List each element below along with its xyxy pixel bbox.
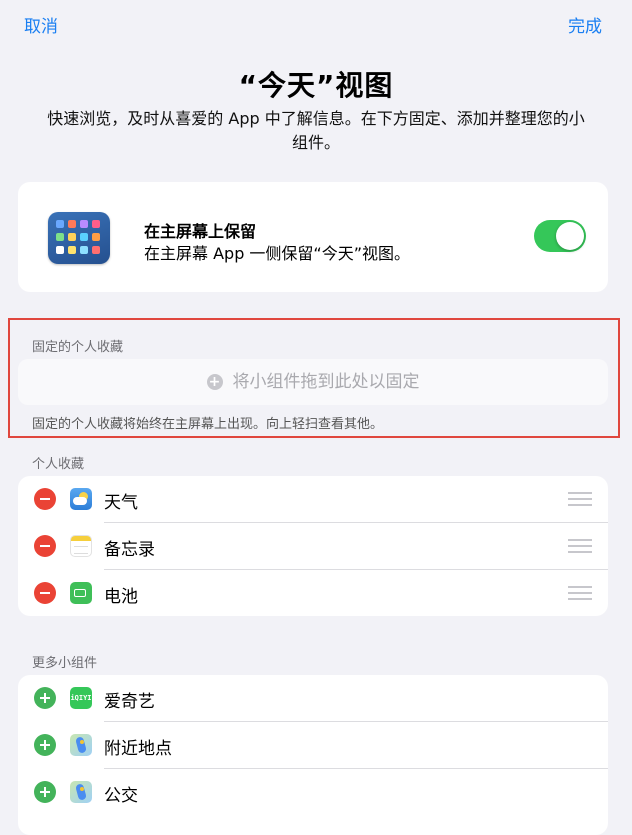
- item-label: 附近地点: [104, 739, 172, 759]
- remove-button[interactable]: [34, 535, 56, 557]
- maps-icon: [70, 734, 92, 756]
- iqiyi-icon: iQIYI: [70, 687, 92, 709]
- favorites-list: 天气 备忘录 电池: [18, 476, 608, 616]
- add-button[interactable]: [34, 687, 56, 709]
- list-item: 电池: [18, 570, 608, 616]
- keep-toggle[interactable]: [534, 220, 586, 252]
- list-item: 备忘录: [18, 523, 608, 570]
- list-item: 天气: [18, 476, 608, 523]
- list-item: 附近地点: [18, 722, 608, 769]
- cancel-button[interactable]: 取消: [24, 12, 58, 37]
- pinned-drop-zone[interactable]: + 将小组件拖到此处以固定: [18, 359, 608, 405]
- add-button[interactable]: [34, 734, 56, 756]
- done-button[interactable]: 完成: [568, 12, 602, 37]
- drop-hint: 将小组件拖到此处以固定: [232, 372, 420, 392]
- maps-icon: [70, 781, 92, 803]
- remove-button[interactable]: [34, 488, 56, 510]
- item-label: 爱奇艺: [104, 692, 155, 712]
- item-label: 天气: [104, 493, 138, 513]
- battery-icon: [70, 582, 92, 604]
- item-label: 电池: [104, 587, 138, 607]
- page-subtitle: 快速浏览，及时从喜爱的 App 中了解信息。在下方固定、添加并整理您的小组件。: [47, 109, 585, 152]
- page-title: “今天”视图: [238, 69, 394, 102]
- add-icon: +: [206, 374, 223, 390]
- list-item: 公交: [18, 769, 608, 816]
- toggle-knob: [556, 222, 584, 250]
- item-label: 备忘录: [104, 540, 155, 560]
- add-button[interactable]: [34, 781, 56, 803]
- more-widgets-header: 更多小组件: [32, 656, 98, 671]
- home-screen-app-icon: [48, 212, 110, 264]
- notes-icon: [70, 535, 92, 557]
- pinned-footer: 固定的个人收藏将始终在主屏幕上出现。向上轻扫查看其他。: [32, 417, 384, 432]
- favorites-header: 个人收藏: [32, 457, 85, 472]
- list-item: iQIYI 爱奇艺: [18, 675, 608, 722]
- more-widgets-list: iQIYI 爱奇艺 附近地点 公交: [18, 675, 608, 835]
- keep-description: 在主屏幕 App 一侧保留“今天”视图。: [144, 244, 411, 263]
- reorder-handle-icon[interactable]: [568, 586, 592, 600]
- keep-title: 在主屏幕上保留: [144, 222, 257, 241]
- remove-button[interactable]: [34, 582, 56, 604]
- reorder-handle-icon[interactable]: [568, 539, 592, 553]
- pinned-header: 固定的个人收藏: [32, 340, 124, 355]
- item-label: 公交: [104, 786, 138, 806]
- weather-icon: [70, 488, 92, 510]
- keep-on-home-card: 在主屏幕上保留 在主屏幕 App 一侧保留“今天”视图。: [18, 182, 608, 292]
- reorder-handle-icon[interactable]: [568, 492, 592, 506]
